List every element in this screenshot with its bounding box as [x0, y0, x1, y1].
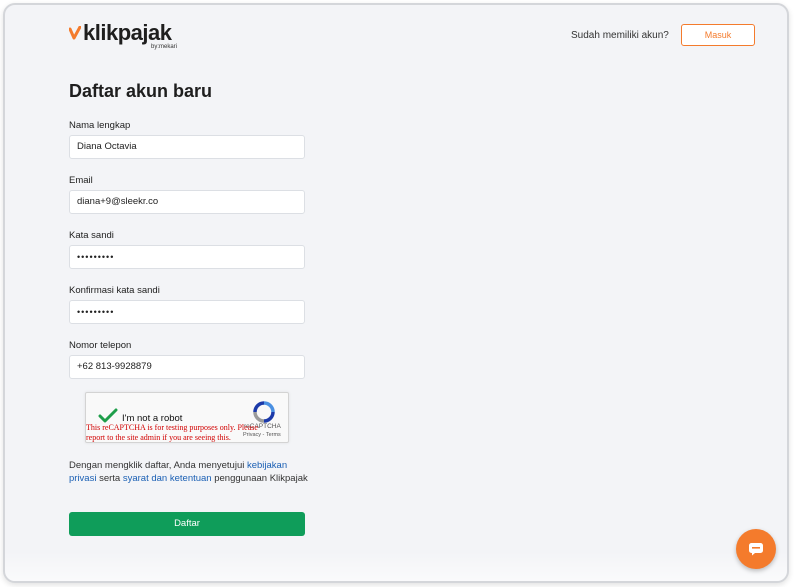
terms-prefix: Dengan mengklik daftar, Anda menyetujui	[69, 460, 247, 471]
page-frame: klikpajak by:mekari Sudah memiliki akun?…	[3, 3, 789, 583]
confirm-password-label: Konfirmasi kata sandi	[69, 285, 160, 296]
recaptcha-widget: I'm not a robot reCAPTCHA Privacy - Term…	[85, 392, 289, 443]
terms-suffix: penggunaan Klikpajak	[211, 473, 308, 484]
logo-wordmark: klikpajak	[83, 20, 172, 45]
email-label: Email	[69, 175, 93, 186]
terms-text: Dengan mengklik daftar, Anda menyetujui …	[69, 459, 309, 485]
phone-label: Nomor telepon	[69, 340, 132, 351]
terms-conditions-link[interactable]: syarat dan ketentuan	[123, 473, 212, 484]
login-button[interactable]: Masuk	[681, 24, 755, 46]
have-account-text: Sudah memiliki akun?	[571, 30, 669, 41]
chat-button[interactable]	[736, 529, 776, 569]
captcha-checkmark-icon[interactable]	[98, 408, 118, 424]
password-label: Kata sandi	[69, 230, 114, 241]
terms-middle: serta	[96, 473, 123, 484]
password-input[interactable]: •••••••••	[69, 245, 305, 269]
full-name-label: Nama lengkap	[69, 120, 131, 131]
logo-byline: by:mekari	[151, 44, 178, 50]
full-name-input[interactable]: Diana Octavia	[69, 135, 305, 159]
logo-check-icon	[69, 26, 81, 40]
captcha-test-warning: This reCAPTCHA is for testing purposes o…	[86, 423, 258, 442]
phone-input[interactable]: +62 813-9928879	[69, 355, 305, 379]
recaptcha-logo-icon	[253, 401, 275, 423]
chat-icon	[749, 543, 763, 556]
email-input[interactable]: diana+9@sleekr.co	[69, 190, 305, 214]
confirm-password-input[interactable]: •••••••••	[69, 300, 305, 324]
page-title: Daftar akun baru	[69, 81, 213, 101]
register-button[interactable]: Daftar	[69, 512, 305, 536]
bottom-fade	[5, 551, 787, 581]
